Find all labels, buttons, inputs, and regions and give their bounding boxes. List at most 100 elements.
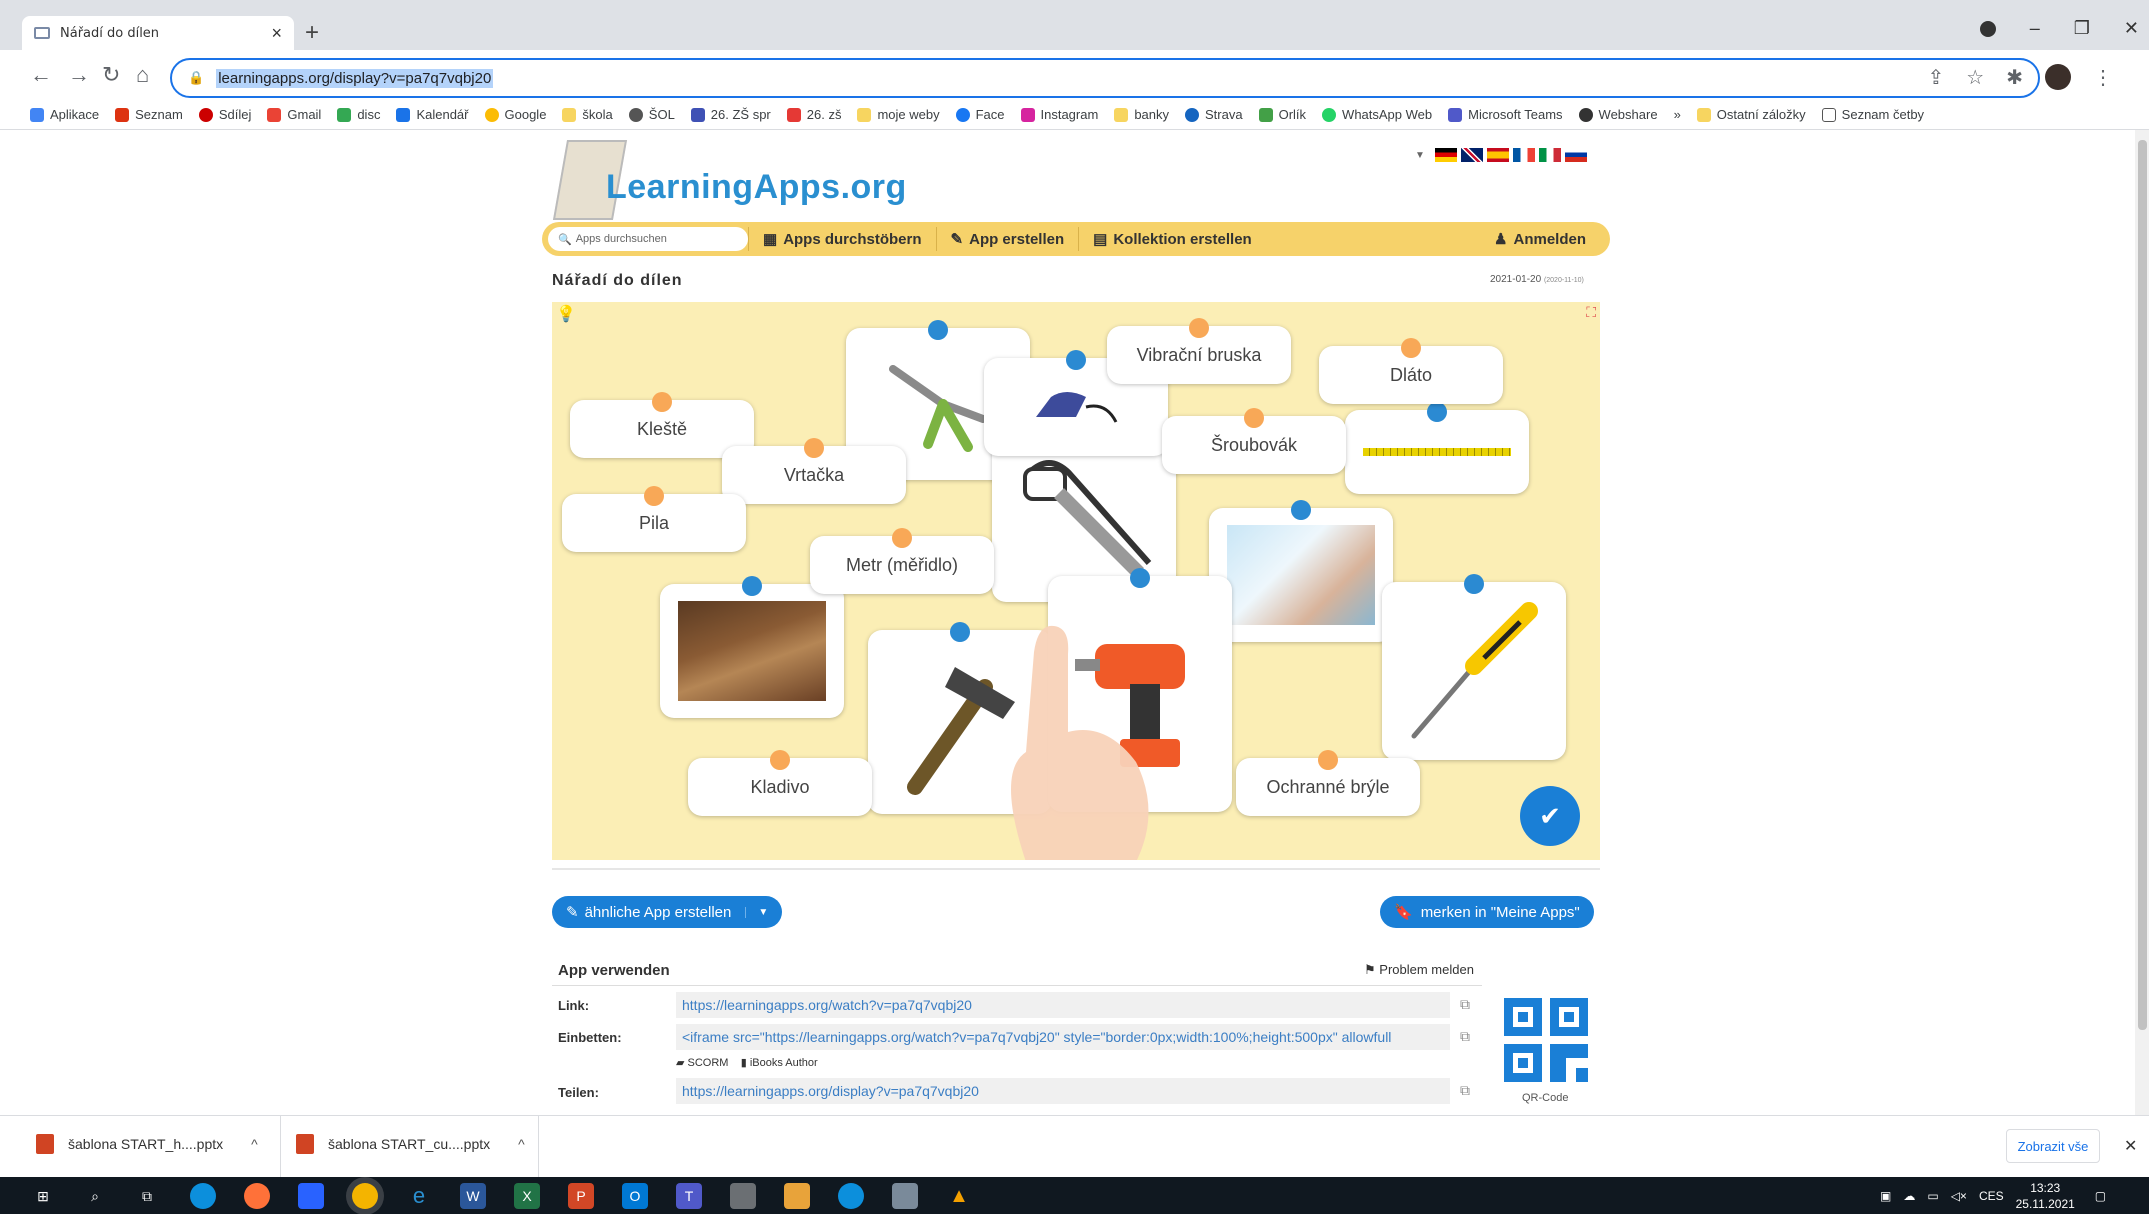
card-image-tape[interactable] xyxy=(1345,402,1529,494)
search-input[interactable]: 🔍 Apps durchsuchen xyxy=(548,227,748,251)
copy-embed-icon[interactable]: ⧉ xyxy=(1460,1028,1470,1045)
forward-icon[interactable]: → xyxy=(68,62,90,88)
copy-link-icon[interactable]: ⧉ xyxy=(1460,996,1470,1013)
card-text-dlato[interactable]: Dláto xyxy=(1319,338,1503,404)
flag-fr-icon[interactable] xyxy=(1512,148,1535,162)
bookmark-star-icon[interactable]: ☆ xyxy=(1966,65,1984,90)
card-text-metr[interactable]: Metr (měřidlo) xyxy=(810,528,994,594)
download-item[interactable]: šablona START_h....pptx ^ xyxy=(36,1134,258,1154)
flag-uk-icon[interactable] xyxy=(1460,148,1483,162)
volume-icon[interactable]: ◁× xyxy=(1951,1189,1967,1203)
chevron-up-icon[interactable]: ^ xyxy=(518,1136,525,1152)
hint-bulb-icon[interactable]: 💡 xyxy=(556,304,576,324)
bookmark-whatsapp[interactable]: WhatsApp Web xyxy=(1322,107,1432,122)
new-tab-button[interactable]: + xyxy=(305,19,319,47)
bookmark-banky[interactable]: banky xyxy=(1114,107,1169,122)
chrome-profile-icon[interactable] xyxy=(1979,20,1996,37)
similar-app-button[interactable]: ✎ ähnliche App erstellen ▼ xyxy=(552,896,783,928)
browser-tab[interactable]: Nářadí do dílen × xyxy=(22,16,294,50)
menu-icon[interactable]: ⋮ xyxy=(2093,65,2113,90)
connector-dot[interactable] xyxy=(1318,750,1338,770)
connector-dot[interactable] xyxy=(652,392,672,412)
notifications-icon[interactable]: ▢ xyxy=(2095,1189,2106,1203)
onedrive-icon[interactable]: ☁ xyxy=(1903,1189,1915,1203)
task-view-icon[interactable]: ⧉ xyxy=(134,1183,160,1209)
connector-dot[interactable] xyxy=(950,622,970,642)
close-downloads-icon[interactable]: ✕ xyxy=(2124,1136,2137,1156)
back-icon[interactable]: ← xyxy=(30,62,52,88)
card-image-chisels[interactable] xyxy=(660,576,844,718)
copy-share-icon[interactable]: ⧉ xyxy=(1460,1082,1470,1099)
scorm-link[interactable]: ▰ SCORM xyxy=(676,1057,728,1069)
edge-icon[interactable] xyxy=(838,1183,864,1209)
bookmark-orlik[interactable]: Orlík xyxy=(1258,107,1306,122)
bookmark-strava[interactable]: Strava xyxy=(1185,107,1243,122)
word-icon[interactable]: W xyxy=(460,1183,486,1209)
bookmark-instagram[interactable]: Instagram xyxy=(1020,107,1098,122)
connector-dot[interactable] xyxy=(928,320,948,340)
edge-icon[interactable] xyxy=(190,1183,216,1209)
bookmark-seznam[interactable]: Seznam xyxy=(115,107,183,122)
app-icon[interactable] xyxy=(298,1183,324,1209)
connector-dot[interactable] xyxy=(1189,318,1209,338)
bookmark-google[interactable]: Google xyxy=(484,107,546,122)
bookmark-moje-weby[interactable]: moje weby xyxy=(857,107,940,122)
connector-dot[interactable] xyxy=(1244,408,1264,428)
ie-icon[interactable]: e xyxy=(406,1183,432,1209)
bookmarks-overflow[interactable]: » xyxy=(1674,107,1681,122)
flag-de-icon[interactable] xyxy=(1434,148,1457,162)
card-text-vibracni[interactable]: Vibrační bruska xyxy=(1107,318,1291,384)
home-icon[interactable]: ⌂ xyxy=(136,62,149,88)
app-icon[interactable] xyxy=(784,1183,810,1209)
qr-code-icon[interactable] xyxy=(1502,996,1590,1084)
embed-field[interactable]: <iframe src="https://learningapps.org/wa… xyxy=(676,1024,1450,1050)
connector-dot[interactable] xyxy=(742,576,762,596)
bookmark-sdilej[interactable]: Sdílej xyxy=(198,107,251,122)
ibooks-link[interactable]: ▮ iBooks Author xyxy=(741,1057,818,1069)
nav-create-app[interactable]: ✎ App erstellen xyxy=(935,227,1079,251)
tray-icon[interactable]: ▣ xyxy=(1880,1189,1891,1203)
bookmark-other[interactable]: Ostatní záložky xyxy=(1696,107,1806,122)
page-scrollbar[interactable] xyxy=(2135,130,2149,1115)
teams-icon[interactable]: T xyxy=(676,1183,702,1209)
card-image-screwdriver[interactable] xyxy=(1382,574,1566,760)
connector-dot[interactable] xyxy=(1130,568,1150,588)
connector-dot[interactable] xyxy=(892,528,912,548)
powerpoint-icon[interactable]: P xyxy=(568,1183,594,1209)
connector-dot[interactable] xyxy=(804,438,824,458)
bookmark-gmail[interactable]: Gmail xyxy=(267,107,321,122)
login-button[interactable]: ♟ Anmelden xyxy=(1494,230,1586,248)
save-to-my-apps-button[interactable]: 🔖 merken in "Meine Apps" xyxy=(1380,896,1594,928)
card-text-bryle[interactable]: Ochranné brýle xyxy=(1236,750,1420,816)
card-text-sroubovak[interactable]: Šroubovák xyxy=(1162,408,1346,474)
avatar[interactable] xyxy=(2045,64,2071,90)
bookmark-disc[interactable]: disc xyxy=(337,107,380,122)
connector-dot[interactable] xyxy=(1401,338,1421,358)
outlook-icon[interactable]: O xyxy=(622,1183,648,1209)
address-bar[interactable]: 🔒 learningapps.org/display?v=pa7q7vqbj20 xyxy=(170,58,2040,98)
connector-dot[interactable] xyxy=(644,486,664,506)
bookmark-26zs-spr[interactable]: 26. ZŠ spr xyxy=(690,107,771,122)
caret-down-icon[interactable]: ▼ xyxy=(745,906,768,918)
close-tab-icon[interactable]: × xyxy=(271,23,282,44)
connector-dot[interactable] xyxy=(1464,574,1484,594)
show-all-downloads-button[interactable]: Zobrazit vše xyxy=(2006,1129,2100,1163)
connector-dot[interactable] xyxy=(770,750,790,770)
bookmark-apps[interactable]: Aplikace xyxy=(30,107,99,122)
close-window-icon[interactable]: ✕ xyxy=(2124,18,2139,39)
nav-browse-apps[interactable]: ▦ Apps durchstöbern xyxy=(748,227,936,251)
link-field[interactable]: https://learningapps.org/watch?v=pa7q7vq… xyxy=(676,992,1450,1018)
connector-dot[interactable] xyxy=(1066,350,1086,370)
extensions-icon[interactable]: ✱ xyxy=(2006,65,2023,90)
reading-list[interactable]: Seznam četby xyxy=(1821,107,1924,122)
minimize-icon[interactable]: – xyxy=(2030,18,2040,39)
connector-dot[interactable] xyxy=(1427,402,1447,422)
card-text-pila[interactable]: Pila xyxy=(562,486,746,552)
app-icon[interactable] xyxy=(892,1183,918,1209)
search-icon[interactable]: ⌕ xyxy=(82,1183,108,1209)
bookmark-26zs[interactable]: 26. zš xyxy=(786,107,841,122)
dropdown-arrow-icon[interactable]: ▼ xyxy=(1415,150,1425,161)
bookmark-webshare[interactable]: Webshare xyxy=(1578,107,1658,122)
fullscreen-icon[interactable]: ⛶ xyxy=(1586,304,1596,321)
chrome-icon[interactable] xyxy=(352,1183,378,1209)
